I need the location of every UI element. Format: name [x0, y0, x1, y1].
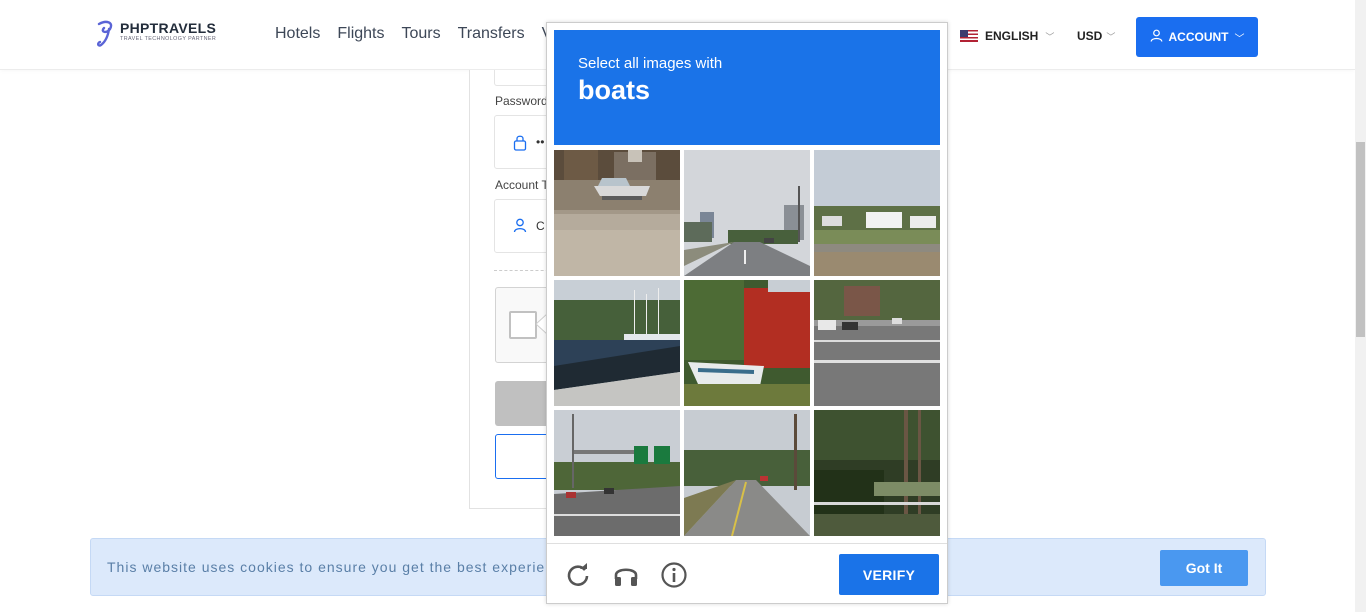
scrollbar-thumb[interactable] — [1356, 142, 1365, 337]
password-label: Password — [495, 94, 548, 108]
tile-street-intersection[interactable] — [814, 280, 940, 406]
recaptcha-challenge: Select all images with boats VERIFY — [546, 22, 948, 604]
currency-selector[interactable]: USD ﹀ — [1077, 29, 1115, 43]
divider — [494, 270, 554, 271]
chevron-down-icon: ﹀ — [1045, 31, 1055, 42]
nav-transfers[interactable]: Transfers — [458, 24, 525, 44]
lock-icon — [513, 134, 527, 156]
account-button[interactable]: ACCOUNT ﹀ — [1136, 17, 1258, 57]
got-it-button[interactable]: Got It — [1160, 550, 1248, 586]
tile-marina-boats[interactable] — [554, 280, 680, 406]
tile-trees-fence[interactable] — [814, 410, 940, 536]
logo[interactable]: PHPTRAVELS TRAVEL TECHNOLOGY PARTNER — [96, 20, 216, 48]
logo-name: PHPTRAVELS — [120, 20, 217, 36]
challenge-header: Select all images with boats — [554, 30, 940, 145]
previous-input-field[interactable] — [494, 70, 554, 86]
nav-tours[interactable]: Tours — [401, 24, 440, 44]
image-grid — [554, 150, 940, 536]
verify-button[interactable]: VERIFY — [839, 554, 939, 595]
challenge-instruction: Select all images with — [578, 55, 723, 72]
cookie-text: This website uses cookies to ensure you … — [107, 559, 554, 575]
account-type-value: C — [536, 219, 545, 233]
user-icon — [1150, 29, 1163, 45]
password-value: •• — [536, 135, 545, 149]
currency-label: USD — [1077, 29, 1103, 43]
language-label: ENGLISH — [985, 29, 1039, 43]
language-selector[interactable]: ENGLISH ﹀ — [960, 29, 1054, 43]
reload-icon[interactable] — [564, 561, 592, 589]
tile-road-street[interactable] — [684, 150, 810, 276]
user-icon — [513, 218, 527, 238]
chevron-down-icon: ﹀ — [1234, 33, 1245, 45]
tile-houses-shore[interactable] — [814, 150, 940, 276]
tile-highway-signs[interactable] — [554, 410, 680, 536]
us-flag-icon — [960, 30, 978, 42]
account-type-field[interactable]: C — [494, 199, 554, 253]
challenge-target: boats — [578, 75, 651, 105]
nav-flights[interactable]: Flights — [337, 24, 384, 44]
tile-road-trees[interactable] — [684, 410, 810, 536]
logo-icon — [96, 20, 118, 48]
account-label: ACCOUNT — [1168, 30, 1229, 44]
tile-boat-red-barn[interactable] — [684, 280, 810, 406]
chevron-down-icon: ﹀ — [1106, 31, 1116, 42]
tile-boat-on-sand[interactable] — [554, 150, 680, 276]
main-nav: Hotels Flights Tours Transfers Vi — [275, 24, 556, 44]
password-field[interactable]: •• — [494, 115, 554, 169]
logo-tagline: TRAVEL TECHNOLOGY PARTNER — [120, 36, 217, 42]
nav-hotels[interactable]: Hotels — [275, 24, 320, 44]
challenge-footer: VERIFY — [547, 543, 947, 604]
recaptcha-checkbox[interactable] — [509, 311, 537, 339]
info-icon[interactable] — [660, 561, 688, 589]
audio-icon[interactable] — [612, 561, 640, 589]
page-scrollbar[interactable] — [1355, 0, 1366, 612]
account-type-label: Account T — [495, 178, 549, 192]
